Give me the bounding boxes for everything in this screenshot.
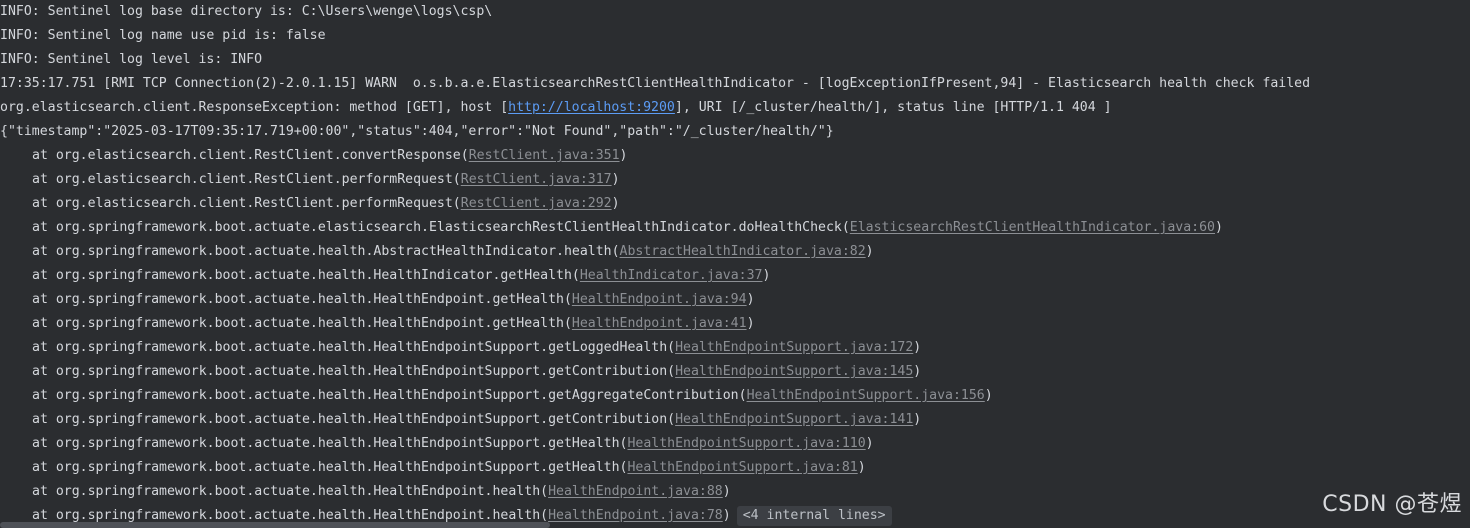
stack-frame-close: ) (913, 364, 922, 379)
stack-frame: at org.springframework.boot.actuate.elas… (0, 216, 1223, 240)
stack-frame-close: ) (865, 244, 874, 259)
stack-frame-source-link[interactable]: RestClient.java:317 (461, 172, 612, 187)
stack-frame-close: ) (619, 148, 628, 163)
stack-frame: at org.springframework.boot.actuate.heal… (0, 408, 921, 432)
stack-frame-close: ) (746, 316, 755, 331)
stack-frame-close: ) (611, 196, 620, 211)
stack-frame-source-link[interactable]: HealthEndpoint.java:88 (548, 484, 723, 499)
exception-prefix: org.elasticsearch.client.ResponseExcepti… (0, 100, 509, 115)
csdn-watermark: CSDN @苍煜 (1322, 492, 1462, 517)
horizontal-scrollbar[interactable] (0, 522, 550, 528)
stack-frame-source-link[interactable]: HealthEndpointSupport.java:145 (675, 364, 913, 379)
stack-frame-method: at org.springframework.boot.actuate.heal… (32, 316, 572, 331)
localhost-link[interactable]: http://localhost:9200 (508, 100, 675, 115)
stack-frame-method: at org.springframework.boot.actuate.heal… (32, 244, 620, 259)
stack-frame-source-link[interactable]: HealthEndpoint.java:78 (548, 508, 723, 523)
log-line-info-level: INFO: Sentinel log level is: INFO (0, 52, 263, 67)
stack-frame-close: ) (984, 388, 993, 403)
stack-frame: at org.springframework.boot.actuate.heal… (0, 240, 874, 264)
stack-frame-source-link[interactable]: RestClient.java:292 (461, 196, 612, 211)
stack-frame-source-link[interactable]: HealthEndpointSupport.java:110 (627, 436, 865, 451)
stack-frame-source-link[interactable]: HealthEndpointSupport.java:141 (675, 412, 913, 427)
stack-frame-close: ) (762, 268, 771, 283)
stack-frame-close: ) (722, 484, 731, 499)
stack-frame-close: ) (746, 292, 755, 307)
stack-frame-close: ) (611, 172, 620, 187)
stack-frame-source-link[interactable]: HealthEndpoint.java:41 (572, 316, 747, 331)
stack-frame-source-link[interactable]: HealthEndpointSupport.java:81 (627, 460, 857, 475)
stack-frame-close: ) (865, 436, 874, 451)
stack-frame-close: ) (857, 460, 866, 475)
stack-frame-method: at org.springframework.boot.actuate.heal… (32, 412, 676, 427)
stack-frame-method: at org.springframework.boot.actuate.heal… (32, 388, 747, 403)
stack-frame-method: at org.springframework.boot.actuate.elas… (32, 220, 850, 235)
log-line-warn: 17:35:17.751 [RMI TCP Connection(2)-2.0.… (0, 76, 1311, 91)
stack-frame: at org.springframework.boot.actuate.heal… (0, 384, 993, 408)
stack-frame-method: at org.springframework.boot.actuate.heal… (32, 292, 572, 307)
stack-frame: at org.springframework.boot.actuate.heal… (0, 480, 731, 504)
stack-frame-method: at org.springframework.boot.actuate.heal… (32, 484, 549, 499)
console-output: INFO: Sentinel log base directory is: C:… (0, 0, 1470, 528)
stack-frame: at org.springframework.boot.actuate.heal… (0, 264, 770, 288)
stack-frame-close: ) (913, 412, 922, 427)
stack-frame-close: ) (1215, 220, 1223, 235)
stack-frame: at org.springframework.boot.actuate.heal… (0, 456, 866, 480)
stack-frame-method: at org.springframework.boot.actuate.heal… (32, 436, 628, 451)
stack-frame: at org.elasticsearch.client.RestClient.p… (0, 168, 620, 192)
stack-frame-method: at org.springframework.boot.actuate.heal… (32, 364, 676, 379)
stack-frame-source-link[interactable]: ElasticsearchRestClientHealthIndicator.j… (850, 220, 1215, 235)
stack-frame: at org.springframework.boot.actuate.heal… (0, 360, 921, 384)
exception-suffix: ], URI [/_cluster/health/], status line … (674, 100, 1112, 115)
stack-frame: at org.elasticsearch.client.RestClient.c… (0, 144, 628, 168)
stack-frame: at org.elasticsearch.client.RestClient.p… (0, 192, 620, 216)
stack-frame-close: ) (913, 340, 922, 355)
stack-frame-method: at org.springframework.boot.actuate.heal… (32, 508, 549, 523)
stack-frame: at org.springframework.boot.actuate.heal… (0, 312, 755, 336)
log-line-info-directory: INFO: Sentinel log base directory is: C:… (0, 4, 493, 19)
stack-frame-method: at org.elasticsearch.client.RestClient.p… (32, 172, 461, 187)
stack-frame-method: at org.springframework.boot.actuate.heal… (32, 268, 580, 283)
stack-frame-source-link[interactable]: HealthEndpointSupport.java:172 (675, 340, 913, 355)
log-line-json: {"timestamp":"2025-03-17T09:35:17.719+00… (0, 124, 834, 139)
stack-frame: at org.springframework.boot.actuate.heal… (0, 432, 874, 456)
log-line-response-exception: org.elasticsearch.client.ResponseExcepti… (0, 96, 1112, 120)
log-line-info-pid: INFO: Sentinel log name use pid is: fals… (0, 28, 326, 43)
stack-frame: at org.springframework.boot.actuate.heal… (0, 336, 921, 360)
stack-frame-source-link[interactable]: HealthIndicator.java:37 (580, 268, 763, 283)
internal-lines-toggle[interactable]: <4 internal lines> (736, 506, 892, 526)
stack-frame-method: at org.elasticsearch.client.RestClient.c… (32, 148, 469, 163)
stack-frame-source-link[interactable]: RestClient.java:351 (469, 148, 620, 163)
stack-frame-source-link[interactable]: AbstractHealthIndicator.java:82 (620, 244, 866, 259)
stack-frame-method: at org.springframework.boot.actuate.heal… (32, 460, 628, 475)
stack-frame-method: at org.springframework.boot.actuate.heal… (32, 340, 676, 355)
stack-frame-source-link[interactable]: HealthEndpointSupport.java:156 (747, 388, 985, 403)
stack-frame-method: at org.elasticsearch.client.RestClient.p… (32, 196, 461, 211)
stack-frame-close: ) (722, 508, 731, 523)
stack-frame-source-link[interactable]: HealthEndpoint.java:94 (572, 292, 747, 307)
stack-frame: at org.springframework.boot.actuate.heal… (0, 288, 755, 312)
